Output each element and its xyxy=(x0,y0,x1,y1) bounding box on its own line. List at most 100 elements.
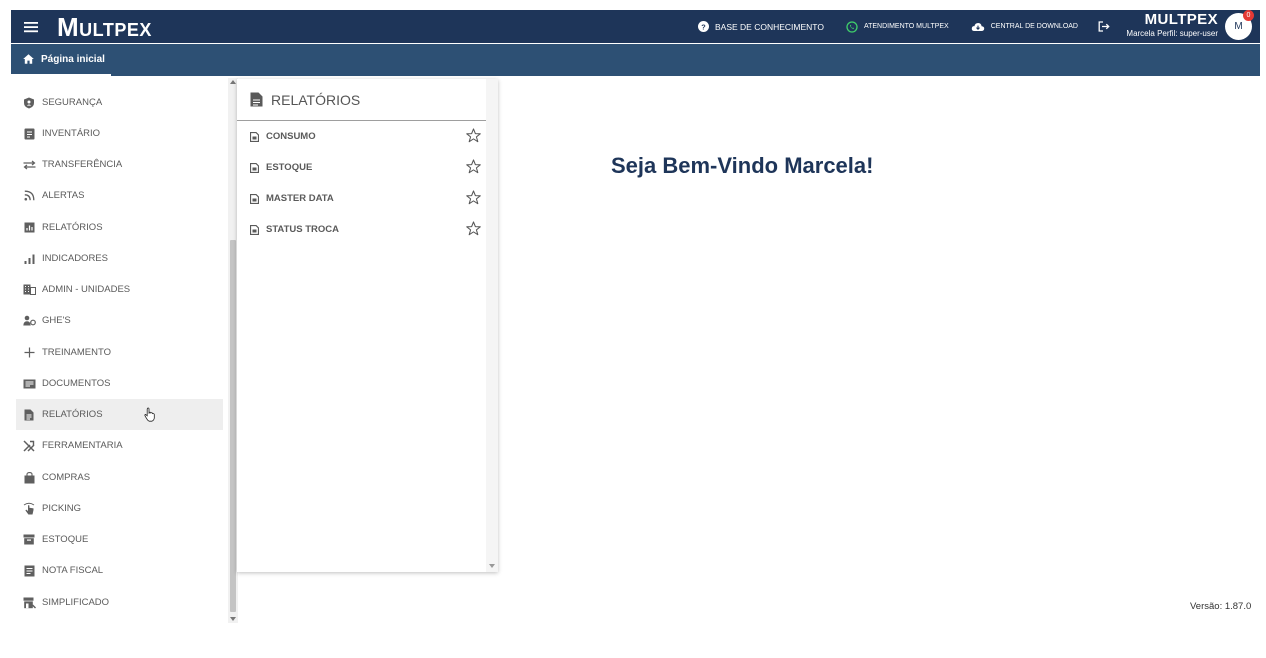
sidebar-item-relatorios-chart[interactable]: RELATÓRIOS xyxy=(16,212,223,243)
sidebar-item-simplificado[interactable]: SIMPLIFICADO xyxy=(16,587,223,618)
bar-chart-icon xyxy=(22,252,36,266)
sidebar-item-relatorios[interactable]: RELATÓRIOS xyxy=(16,399,223,430)
building-icon xyxy=(22,283,36,297)
flyout-title: RELATÓRIOS xyxy=(271,91,361,108)
breadcrumb-bar: Página inicial xyxy=(11,44,1260,76)
sidebar-item-indicadores[interactable]: INDICADORES xyxy=(16,243,223,274)
hamburger-menu-button[interactable] xyxy=(11,10,51,43)
sidebar-item-label: ESTOQUE xyxy=(42,534,89,545)
download-center-label: CENTRAL DE DOWNLOAD xyxy=(990,23,1078,30)
star-icon[interactable] xyxy=(466,221,481,236)
knowledge-base-label: BASE DE CONHECIMENTO xyxy=(714,21,824,32)
brand-logo-rest: ULTPEX xyxy=(79,19,152,40)
sidebar: SEGURANÇA INVENTÁRIO TRANSFERÊNCIA ALERT… xyxy=(16,78,223,623)
flyout-scroll-down-arrow[interactable] xyxy=(489,564,495,568)
report-item-label: STATUS TROCA xyxy=(266,224,340,235)
logout-icon xyxy=(1098,21,1110,32)
clipboard-icon xyxy=(22,127,36,141)
flyout-header: RELATÓRIOS xyxy=(237,79,498,121)
support-link[interactable]: ATENDIMENTO MULTPEX xyxy=(846,20,949,33)
sidebar-item-treinamento[interactable]: TREINAMENTO xyxy=(16,337,223,368)
sidebar-item-transferencia[interactable]: TRANSFERÊNCIA xyxy=(16,149,223,180)
star-icon[interactable] xyxy=(466,190,481,205)
rss-icon xyxy=(22,189,36,203)
sidebar-item-admin-unidades[interactable]: ADMIN - UNIDADES xyxy=(16,274,223,305)
sidebar-item-label: SEGURANÇA xyxy=(42,97,103,108)
sidebar-item-label: INDICADORES xyxy=(42,253,108,264)
star-icon[interactable] xyxy=(466,159,481,174)
scroll-down-arrow[interactable] xyxy=(230,617,236,621)
sidebar-item-label: PICKING xyxy=(42,503,82,514)
sidebar-item-picking[interactable]: PICKING xyxy=(16,493,223,524)
sidebar-item-label: NOTA FISCAL xyxy=(42,565,104,576)
receipt-icon xyxy=(22,564,36,578)
sidebar-item-label: ALERTAS xyxy=(42,190,85,201)
app-root: M ULTPEX ? BASE DE CONHECIMENTO ATENDIMEN… xyxy=(0,0,1266,658)
breadcrumb-home[interactable]: Página inicial xyxy=(11,44,111,76)
logout-button[interactable] xyxy=(1098,21,1110,32)
sidebar-item-label: DOCUMENTOS xyxy=(42,378,111,389)
sidebar-item-nota-fiscal[interactable]: NOTA FISCAL xyxy=(16,555,223,586)
brand-logo[interactable]: M ULTPEX xyxy=(57,14,152,40)
file-report-icon xyxy=(250,224,259,235)
sidebar-item-compras[interactable]: COMPRAS xyxy=(16,462,223,493)
plus-icon xyxy=(22,346,36,360)
top-bar: M ULTPEX ? BASE DE CONHECIMENTO ATENDIMEN… xyxy=(11,10,1260,43)
shopping-bag-icon xyxy=(22,471,36,485)
star-icon[interactable] xyxy=(466,128,481,143)
support-label: ATENDIMENTO MULTPEX xyxy=(863,23,949,30)
scroll-thumb[interactable] xyxy=(230,240,236,612)
home-icon xyxy=(23,54,34,64)
flyout-scrollbar[interactable] xyxy=(486,79,498,572)
sidebar-item-label: GHE'S xyxy=(42,315,71,326)
tools-icon xyxy=(22,439,36,453)
hand-pointer-icon xyxy=(22,502,36,516)
brand-logo-initial: M xyxy=(57,11,80,42)
file-report-icon xyxy=(250,162,259,173)
sidebar-item-ferramentaria[interactable]: FERRAMENTARIA xyxy=(16,430,223,461)
file-report-icon xyxy=(250,131,259,142)
report-item-consumo[interactable]: CONSUMO xyxy=(237,121,487,152)
sidebar-item-label: COMPRAS xyxy=(42,472,91,483)
shield-icon xyxy=(22,96,36,110)
header-links: ? BASE DE CONHECIMENTO ATENDIMENTO MULTP… xyxy=(676,10,1110,43)
sidebar-item-label: FERRAMENTARIA xyxy=(42,440,123,451)
group-icon xyxy=(22,314,36,328)
download-center-link[interactable]: CENTRAL DE DOWNLOAD xyxy=(971,22,1078,32)
report-item-master-data[interactable]: MASTER DATA xyxy=(237,183,487,214)
sidebar-item-label: SIMPLIFICADO xyxy=(42,597,110,608)
report-item-label: CONSUMO xyxy=(266,131,316,142)
reports-flyout-panel: RELATÓRIOS CONSUMO ESTOQUE MASTER DATA S… xyxy=(237,79,498,572)
report-item-estoque[interactable]: ESTOQUE xyxy=(237,152,487,183)
sidebar-item-estoque[interactable]: ESTOQUE xyxy=(16,524,223,555)
version-label: Versão: 1.87.0 xyxy=(1190,601,1252,612)
notification-badge: 0 xyxy=(1243,10,1254,21)
sidebar-item-documentos[interactable]: DOCUMENTOS xyxy=(16,368,223,399)
sidebar-item-ghes[interactable]: GHE'S xyxy=(16,305,223,336)
sidebar-item-label: ADMIN - UNIDADES xyxy=(42,284,131,295)
user-brand: MULTPEX xyxy=(1144,11,1218,28)
file-report-icon xyxy=(250,193,259,204)
sidebar-item-label: TREINAMENTO xyxy=(42,347,111,358)
swap-icon xyxy=(22,158,36,172)
report-item-status-troca[interactable]: STATUS TROCA xyxy=(237,214,487,245)
sidebar-item-label: TRANSFERÊNCIA xyxy=(42,159,123,170)
svg-text:?: ? xyxy=(701,22,706,31)
store-icon xyxy=(22,596,36,610)
help-circle-icon: ? xyxy=(697,21,709,32)
file-text-icon xyxy=(250,92,263,107)
document-card-icon xyxy=(22,377,36,391)
hand-cursor-icon xyxy=(144,407,155,422)
sidebar-item-seguranca[interactable]: SEGURANÇA xyxy=(16,87,223,118)
breadcrumb-label: Página inicial xyxy=(41,53,105,65)
user-block: MULTPEX Marcela Perfil: super-user xyxy=(1126,12,1218,40)
report-chart-icon xyxy=(22,221,36,235)
whatsapp-icon xyxy=(846,20,858,33)
sidebar-item-label: RELATÓRIOS xyxy=(42,222,103,233)
sidebar-item-inventario[interactable]: INVENTÁRIO xyxy=(16,118,223,149)
report-item-label: ESTOQUE xyxy=(266,162,313,173)
sidebar-item-alertas[interactable]: ALERTAS xyxy=(16,180,223,211)
scroll-up-arrow[interactable] xyxy=(230,80,236,84)
knowledge-base-link[interactable]: ? BASE DE CONHECIMENTO xyxy=(697,21,824,32)
menu-icon xyxy=(24,21,38,32)
